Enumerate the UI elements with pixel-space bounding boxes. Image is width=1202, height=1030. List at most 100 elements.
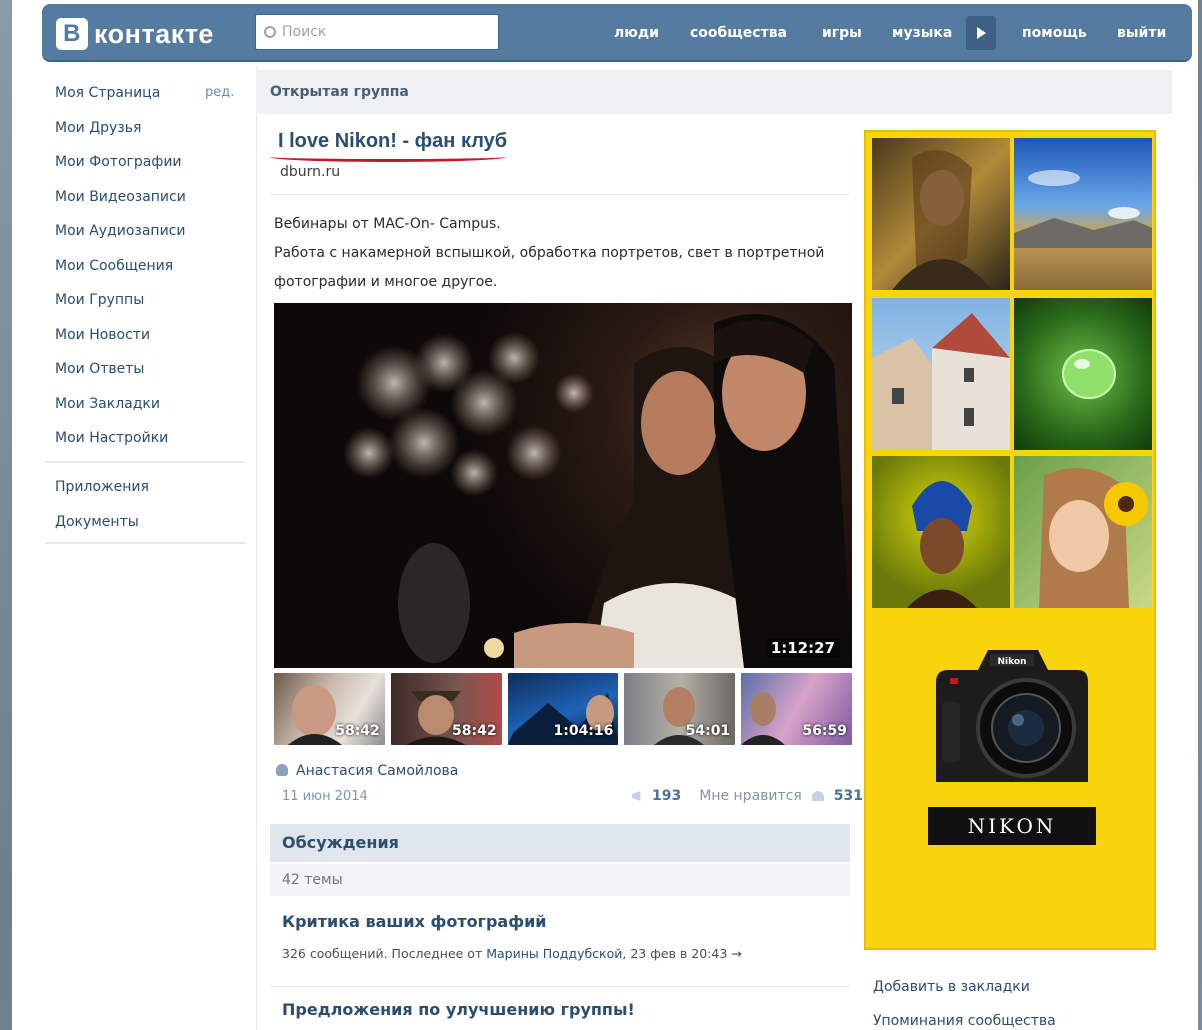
landscape-image bbox=[1014, 170, 1152, 248]
edit-link[interactable]: ред. bbox=[205, 80, 234, 106]
sidebar-faded-area bbox=[45, 560, 245, 770]
sidebar-item-documents[interactable]: Документы bbox=[55, 509, 245, 544]
separator bbox=[270, 986, 850, 987]
sidebar-item-friends[interactable]: Мои Друзья bbox=[55, 115, 245, 150]
nav-games-label[interactable]: игры bbox=[822, 25, 862, 41]
girl-flower-image bbox=[1039, 468, 1148, 608]
like-label[interactable]: Мне нравится bbox=[699, 788, 802, 804]
main-video-duration: 1:12:27 bbox=[765, 638, 840, 658]
meta-prefix: 326 сообщений. Последнее от bbox=[282, 946, 487, 961]
sidebar-item-photos[interactable]: Мои Фотографии bbox=[55, 149, 245, 184]
heart-icon[interactable] bbox=[811, 791, 824, 801]
main-video-thumbnail[interactable]: 1:12:27 bbox=[274, 303, 852, 668]
left-menu-extra: Приложения Документы bbox=[55, 474, 245, 543]
camera-brand-text: Nikon bbox=[998, 657, 1027, 667]
nav-people-label[interactable]: люди bbox=[614, 25, 659, 41]
nikon-advertisement[interactable]: Nikon NIKON bbox=[864, 130, 1156, 950]
nav-logout-label[interactable]: выйти bbox=[1117, 25, 1166, 41]
description-line: фотографии и многое другое. bbox=[274, 274, 498, 290]
nav-people[interactable]: люди bbox=[614, 4, 659, 62]
ad-photo-tile bbox=[872, 298, 1010, 450]
sidebar-item-answers[interactable]: Мои Ответы bbox=[55, 356, 245, 391]
ad-photo-tile bbox=[872, 138, 1010, 290]
left-menu: ред. Моя Страница Мои Друзья Мои Фотогра… bbox=[55, 80, 245, 460]
description-line: Вебинары от MAC-On- Campus. bbox=[274, 216, 501, 232]
sidebar-divider bbox=[45, 461, 245, 463]
sidebar-item-apps[interactable]: Приложения bbox=[55, 474, 245, 509]
video-thumb-duration: 58:42 bbox=[452, 723, 497, 739]
discussion-topic-meta: 326 сообщений. Последнее от Марины Подду… bbox=[282, 946, 742, 961]
ad-photo-tile bbox=[1014, 298, 1152, 450]
search-icon bbox=[264, 26, 276, 38]
group-title: I love Nikon! - фан клуб bbox=[278, 130, 508, 152]
community-mentions-link[interactable]: Упоминания сообщества bbox=[873, 1004, 1056, 1030]
music-play-icon[interactable] bbox=[966, 16, 996, 50]
megaphone-icon[interactable] bbox=[632, 791, 641, 801]
sidebar-item-audio[interactable]: Мои Аудиозаписи bbox=[55, 218, 245, 253]
camera-image: Nikon bbox=[928, 642, 1094, 792]
logo-b-badge: В bbox=[56, 18, 88, 50]
video-thumb-duration: 58:42 bbox=[335, 723, 380, 739]
couple-photo-image bbox=[343, 314, 852, 668]
video-thumb[interactable]: 58:42 bbox=[390, 673, 502, 745]
video-thumbnail-strip: 58:42 58:42 1:04:16 54:01 56:59 bbox=[274, 673, 852, 745]
discussions-header[interactable]: Обсуждения bbox=[270, 824, 850, 862]
right-links: Добавить в закладки Упоминания сообществ… bbox=[873, 970, 1056, 1030]
water-drop-image bbox=[1062, 349, 1116, 399]
ad-photo-tile bbox=[1014, 138, 1152, 290]
nav-music-label[interactable]: музыка bbox=[892, 25, 952, 41]
nav-help[interactable]: помощь bbox=[1022, 4, 1087, 62]
video-thumb-duration: 1:04:16 bbox=[553, 723, 614, 739]
nav-logout[interactable]: выйти bbox=[1117, 4, 1166, 62]
nikon-brand-label: NIKON bbox=[928, 807, 1096, 845]
post-author[interactable]: Анастасия Самойлова bbox=[276, 763, 458, 779]
last-poster-link[interactable]: Марины Поддубской bbox=[486, 946, 622, 961]
video-thumb-duration: 54:01 bbox=[685, 723, 731, 739]
add-bookmark-link[interactable]: Добавить в закладки bbox=[873, 970, 1056, 1004]
group-type-header: Открытая группа bbox=[256, 70, 1172, 114]
sidebar-item-messages[interactable]: Мои Сообщения bbox=[55, 253, 245, 288]
nikon-camera-icon: Nikon bbox=[936, 650, 1088, 782]
title-red-underline bbox=[270, 152, 506, 162]
top-header: В контакте Поиск люди сообщества игры му… bbox=[42, 4, 1192, 62]
separator bbox=[270, 194, 850, 195]
post-date: 11 июн 2014 bbox=[282, 789, 368, 804]
search-input[interactable]: Поиск bbox=[255, 14, 499, 50]
woman-turban-image bbox=[907, 481, 977, 608]
sidebar-item-settings[interactable]: Мои Настройки bbox=[55, 425, 245, 460]
buildings-image bbox=[872, 313, 1010, 450]
meta-suffix: , 23 фев в 20:43 → bbox=[622, 946, 742, 961]
video-thumb[interactable]: 54:01 bbox=[624, 673, 736, 745]
sidebar-item-videos[interactable]: Мои Видеозаписи bbox=[55, 184, 245, 219]
group-description: Вебинары от MAC-On- Campus. Работа с нак… bbox=[274, 210, 834, 297]
discussion-topic-title[interactable]: Предложения по улучшению группы! bbox=[282, 1000, 635, 1019]
nav-music[interactable]: музыка bbox=[892, 4, 952, 62]
sidebar-item-news[interactable]: Мои Новости bbox=[55, 322, 245, 357]
video-thumb[interactable]: 58:42 bbox=[274, 673, 385, 745]
nav-communities[interactable]: сообщества bbox=[690, 4, 787, 62]
like-count: 531 bbox=[833, 788, 864, 804]
nav-help-label[interactable]: помощь bbox=[1022, 25, 1087, 41]
post-stats: 193 Мне нравится 531 bbox=[632, 788, 863, 804]
ad-photo-tile bbox=[1014, 456, 1152, 608]
discussions-count: 42 темы bbox=[270, 864, 850, 896]
video-thumb-duration: 56:59 bbox=[802, 723, 847, 739]
search-placeholder: Поиск bbox=[282, 24, 327, 40]
logo-text: контакте bbox=[94, 18, 214, 49]
vk-logo[interactable]: В контакте bbox=[56, 18, 214, 50]
share-count: 193 bbox=[652, 788, 682, 804]
ad-photo-tile bbox=[872, 456, 1010, 608]
sidebar-item-bookmarks[interactable]: Мои Закладки bbox=[55, 391, 245, 426]
woman-portrait-image bbox=[892, 150, 992, 290]
discussion-topic-title[interactable]: Критика ваших фотографий bbox=[282, 912, 547, 931]
sidebar-divider bbox=[45, 542, 245, 544]
video-thumb[interactable]: 1:04:16 bbox=[507, 673, 619, 745]
description-line: Работа с накамерной вспышкой, обработка … bbox=[274, 245, 825, 261]
author-name[interactable]: Анастасия Самойлова bbox=[296, 763, 458, 779]
nav-games[interactable]: игры bbox=[822, 4, 862, 62]
video-thumb[interactable]: 56:59 bbox=[741, 673, 852, 745]
nav-communities-label[interactable]: сообщества bbox=[690, 25, 787, 41]
sidebar-item-groups[interactable]: Мои Группы bbox=[55, 287, 245, 322]
group-site-link[interactable]: dburn.ru bbox=[280, 164, 340, 180]
user-icon bbox=[276, 764, 288, 776]
